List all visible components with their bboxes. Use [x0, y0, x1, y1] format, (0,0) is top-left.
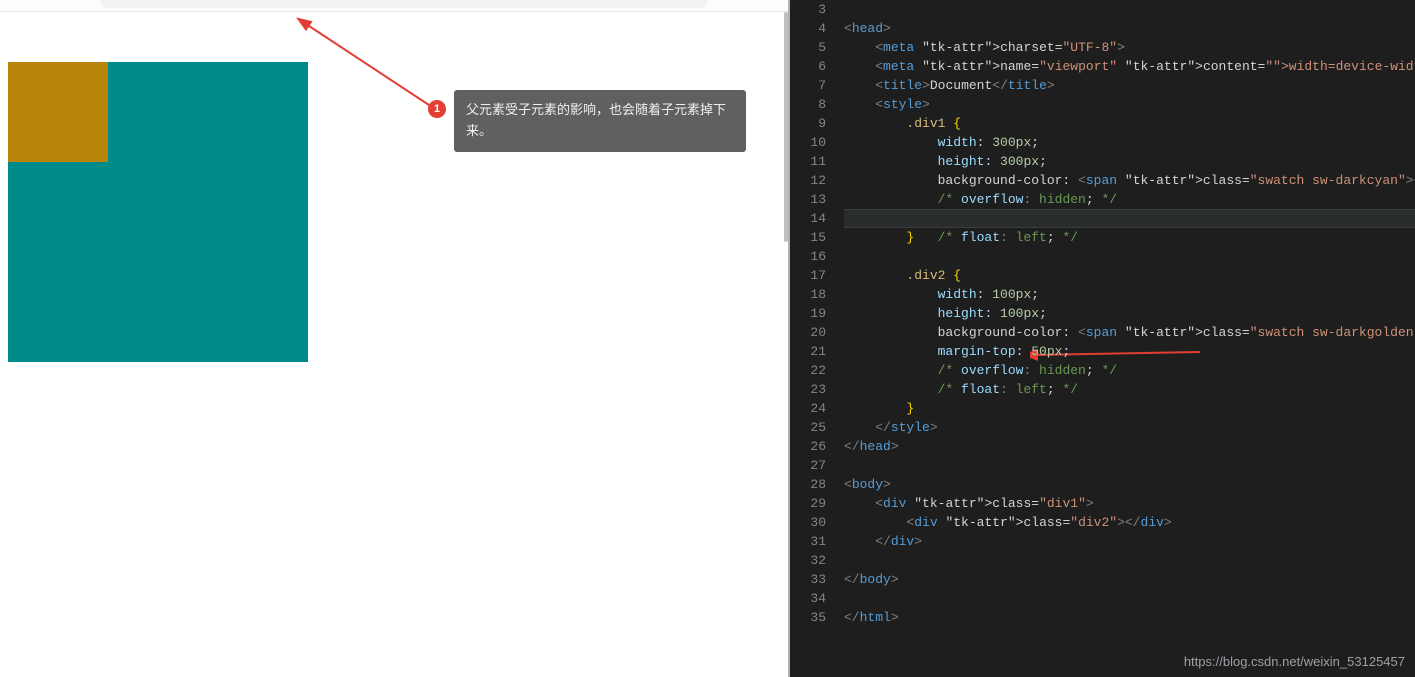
line-number: 13 [790, 190, 838, 209]
code-line[interactable]: </style> [844, 418, 1415, 437]
watermark: https://blog.csdn.net/weixin_53125457 [1184, 654, 1405, 669]
code-line[interactable] [844, 456, 1415, 475]
browser-preview-pane: 1 父元素受子元素的影响，也会随着子元素掉下来。 [0, 0, 790, 677]
code-line[interactable]: .div1 { [844, 114, 1415, 133]
code-line[interactable]: <meta "tk-attr">name="viewport" "tk-attr… [844, 57, 1415, 76]
code-line[interactable]: <head> [844, 19, 1415, 38]
code-line[interactable]: /* float: left; */ [844, 380, 1415, 399]
line-number: 21 [790, 342, 838, 361]
line-number: 23 [790, 380, 838, 399]
code-line[interactable]: width: 300px; [844, 133, 1415, 152]
code-line[interactable]: <div "tk-attr">class="div2"></div> [844, 513, 1415, 532]
code-line[interactable]: <meta "tk-attr">charset="UTF-8"> [844, 38, 1415, 57]
code-line[interactable]: </head> [844, 437, 1415, 456]
line-number: 3 [790, 0, 838, 19]
line-number: 11 [790, 152, 838, 171]
line-number: 26 [790, 437, 838, 456]
line-number: 5 [790, 38, 838, 57]
line-number: 18 [790, 285, 838, 304]
code-line[interactable]: /* overflow: hidden; */ [844, 190, 1415, 209]
line-number: 22 [790, 361, 838, 380]
annotation-badge: 1 [428, 100, 446, 118]
line-number: 32 [790, 551, 838, 570]
code-line[interactable]: margin-top: 50px; [844, 342, 1415, 361]
code-line[interactable]: .div2 { [844, 266, 1415, 285]
render-area: 1 父元素受子元素的影响，也会随着子元素掉下来。 [0, 12, 784, 677]
line-number: 28 [790, 475, 838, 494]
code-line[interactable]: <body> [844, 475, 1415, 494]
code-line[interactable]: </body> [844, 570, 1415, 589]
address-bar[interactable] [100, 0, 708, 8]
line-number: 7 [790, 76, 838, 95]
browser-toolbar [0, 0, 788, 12]
code-line[interactable]: height: 100px; [844, 304, 1415, 323]
code-line[interactable]: height: 300px; [844, 152, 1415, 171]
line-number: 9 [790, 114, 838, 133]
line-number: 16 [790, 247, 838, 266]
line-number: 24 [790, 399, 838, 418]
line-number: 6 [790, 57, 838, 76]
line-number: 31 [790, 532, 838, 551]
line-number: 27 [790, 456, 838, 475]
line-number: 12 [790, 171, 838, 190]
demo-div2 [8, 62, 108, 162]
code-editor-pane[interactable]: 3456789101112131415161718192021222324252… [790, 0, 1415, 677]
line-number: 17 [790, 266, 838, 285]
line-number: 15 [790, 228, 838, 247]
line-number: 4 [790, 19, 838, 38]
code-line[interactable]: </html> [844, 608, 1415, 627]
line-number: 35 [790, 608, 838, 627]
code-line[interactable]: width: 100px; [844, 285, 1415, 304]
code-line[interactable]: /* overflow: hidden; */ [844, 361, 1415, 380]
code-line[interactable]: background-color: <span "tk-attr">class=… [844, 171, 1415, 190]
demo-div1 [8, 62, 308, 362]
code-line[interactable]: </div> [844, 532, 1415, 551]
code-line[interactable]: <div "tk-attr">class="div1"> [844, 494, 1415, 513]
line-number: 34 [790, 589, 838, 608]
code-line[interactable]: background-color: <span "tk-attr">class=… [844, 323, 1415, 342]
line-number: 10 [790, 133, 838, 152]
line-number: 25 [790, 418, 838, 437]
line-number: 33 [790, 570, 838, 589]
code-line[interactable]: /* float: left; */ [844, 209, 1415, 228]
scrollbar[interactable] [784, 12, 788, 242]
code-line[interactable] [844, 589, 1415, 608]
code-area[interactable]: <head> <meta "tk-attr">charset="UTF-8"> … [844, 0, 1415, 677]
code-line[interactable] [844, 0, 1415, 19]
line-number-gutter: 3456789101112131415161718192021222324252… [790, 0, 838, 677]
line-number: 29 [790, 494, 838, 513]
line-number: 20 [790, 323, 838, 342]
line-number: 14 [790, 209, 838, 228]
code-line[interactable]: } [844, 399, 1415, 418]
code-line[interactable]: <style> [844, 95, 1415, 114]
line-number: 30 [790, 513, 838, 532]
line-number: 8 [790, 95, 838, 114]
code-line[interactable]: <title>Document</title> [844, 76, 1415, 95]
annotation-tooltip: 父元素受子元素的影响，也会随着子元素掉下来。 [454, 90, 746, 152]
line-number: 19 [790, 304, 838, 323]
code-line[interactable] [844, 247, 1415, 266]
code-line[interactable] [844, 551, 1415, 570]
